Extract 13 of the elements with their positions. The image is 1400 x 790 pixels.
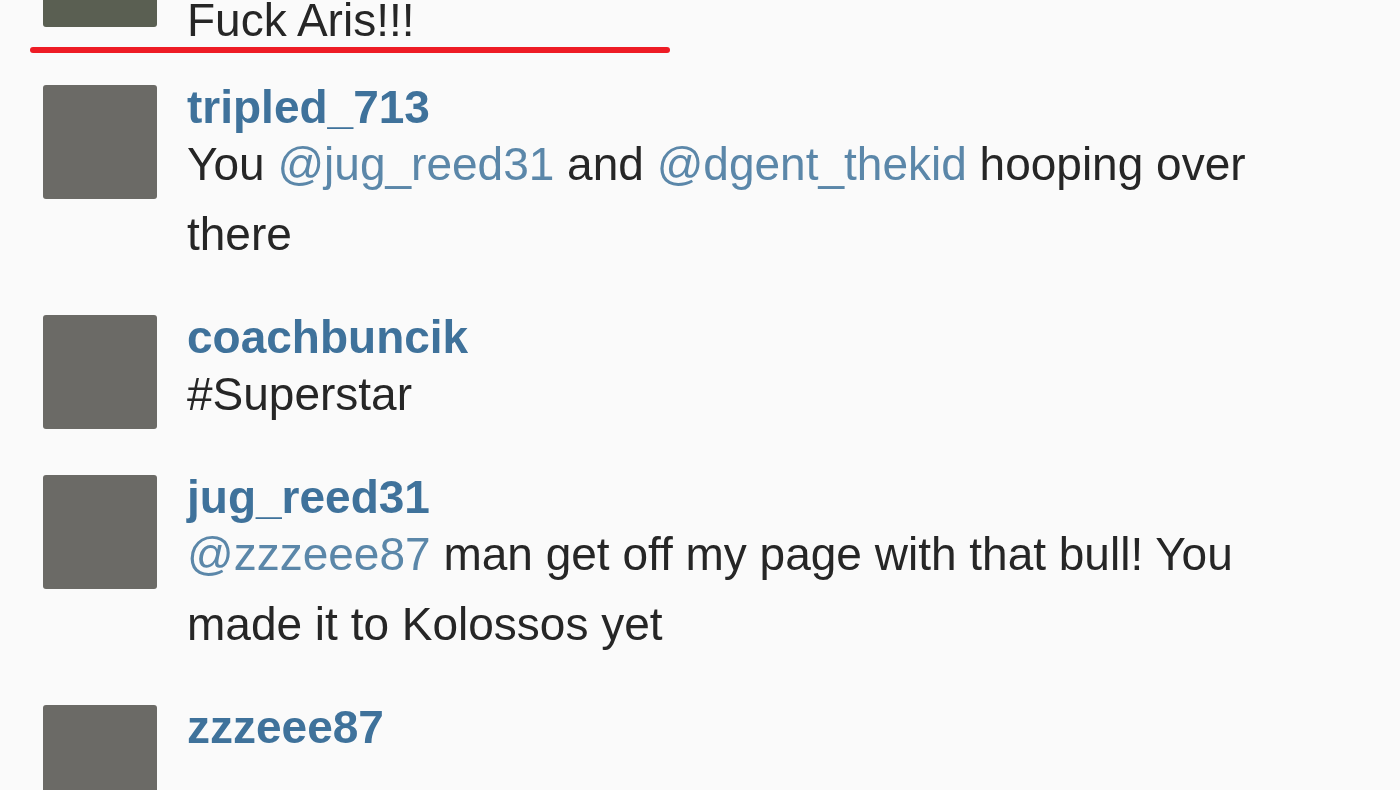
mention-link[interactable]: @jug_reed31	[277, 138, 555, 190]
comment-text: Fuck Aris!!!	[187, 0, 415, 48]
username-link[interactable]: coachbuncik	[187, 315, 469, 359]
comment-text: You @jug_reed31 and @dgent_thekid hooping over there	[187, 137, 1247, 262]
comment-text: #Superstar	[187, 367, 413, 422]
avatar-photo[interactable]	[43, 85, 157, 199]
avatar-photo[interactable]	[43, 475, 157, 589]
username-link[interactable]: zzzeee87	[187, 705, 384, 749]
avatar-photo[interactable]	[43, 315, 157, 429]
mention-link[interactable]: @zzzeee87	[187, 528, 431, 580]
avatar-photo[interactable]	[43, 705, 157, 790]
comment-text: @zzzeee87 man get off my page with that bull! You made it to Kolossos yet	[187, 527, 1234, 652]
mention-link[interactable]: @dgent_thekid	[656, 138, 967, 190]
